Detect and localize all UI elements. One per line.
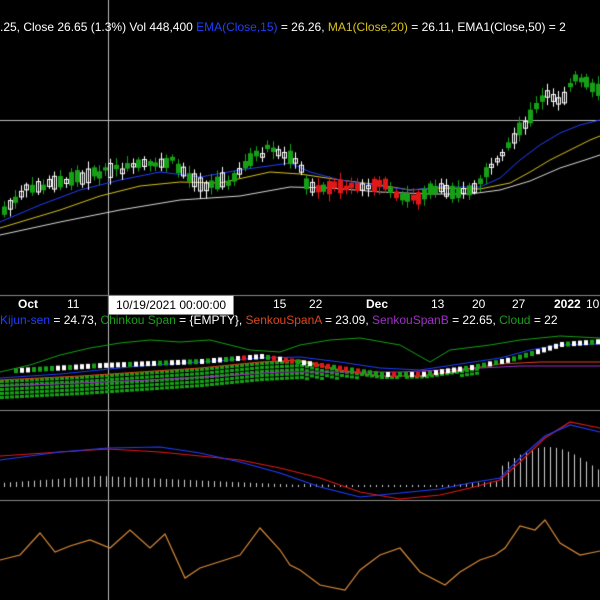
kijun-value: = 24.73, [50,313,98,327]
ema15-value: = 26.26, [277,20,325,34]
kijun-label: Kijun-sen [0,313,51,327]
ma20-value: = 26.11, [407,20,455,34]
price-legend: .25, Close 26.65 (1.3%) Vol 448,400 EMA(… [0,20,566,34]
x-axis-label-dec: Dec [366,297,389,311]
x-axis-label-10: 10 [586,297,600,311]
cloud-label: Cloud [499,313,531,327]
ma20-label: MA1(Close,20) [327,20,408,34]
senkou-b-value: = 22.65, [448,313,496,327]
x-axis-label-27: 27 [512,297,526,311]
senkou-a-value: = 23.09, [321,313,369,327]
chinkou-value: = {EMPTY}, [175,313,243,327]
x-axis-label-oct: Oct [18,297,39,311]
x-axis-label-22: 22 [309,297,323,311]
chinkou-label: Chinkou Span [100,313,176,327]
ohlc-stats: .25, Close 26.65 (1.3%) Vol 448,400 [0,20,193,34]
x-axis-label-11: 11 [67,297,80,311]
ichimoku-legend: Kijun-sen = 24.73, Chinkou Span = {EMPTY… [0,313,558,327]
ema50-text: EMA1(Close,50) = 2 [457,20,566,34]
stock-chart-canvas[interactable] [0,0,600,600]
ema15-label: EMA(Close,15) [196,20,278,34]
x-axis-label-15: 15 [273,297,287,311]
senkou-b-label: SenkouSpanB [372,313,449,327]
senkou-a-label: SenkouSpanA [245,313,322,327]
x-axis-label-13: 13 [431,297,445,311]
cloud-value: = 22 [530,313,558,327]
x-axis-label-2022: 2022 [554,297,581,311]
crosshair-date-label: 10/19/2021 00:00:00 [108,295,234,315]
x-axis-label-20: 20 [472,297,486,311]
